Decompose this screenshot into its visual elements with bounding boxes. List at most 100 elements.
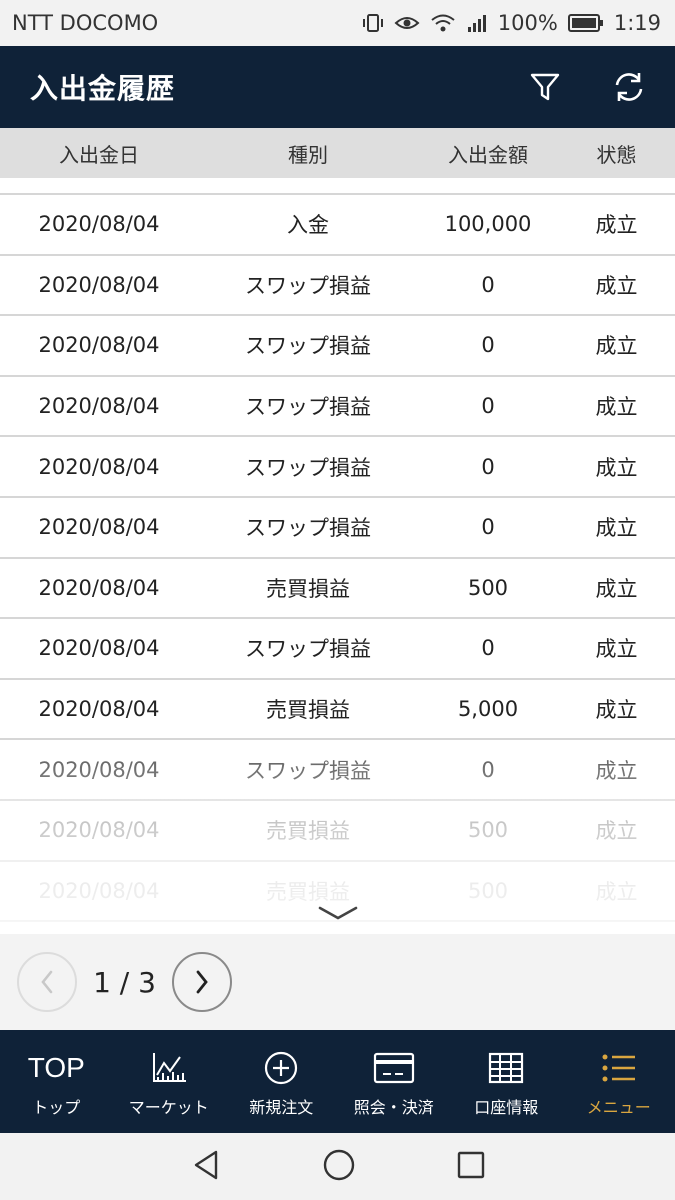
chart-icon [150,1050,188,1086]
column-header-amount[interactable]: 入出金額 [418,139,558,168]
column-header-status[interactable]: 状態 [558,139,675,168]
table-row[interactable]: 2020/08/04 スワップ損益 0 成立 [0,619,675,680]
cell-type: スワップ損益 [245,637,371,662]
cell-type: 売買損益 [266,819,350,844]
cell-status: 成立 [595,758,638,783]
cell-date: 2020/08/04 [38,818,160,843]
cell-amount: 500 [467,818,509,843]
menu-list-icon [601,1050,637,1086]
next-page-button[interactable] [172,952,232,1012]
cell-date: 2020/08/04 [38,212,160,237]
table-rows: 2020/08/04 入金 100,000 成立 2020/08/04 スワップ損益 0 成立… [0,195,675,923]
signal-icon [466,12,488,34]
cell-date: 2020/08/04 [38,333,160,358]
battery-percent: 100% [497,11,558,35]
status-icons: 100% 1:19 [362,11,661,35]
cell-date: 2020/08/04 [38,272,160,297]
table-row[interactable]: 2020/08/04 売買損益 500 成立 [0,559,675,620]
table-row[interactable]: 2020/08/04 スワップ損益 0 成立 [0,377,675,438]
cell-amount: 0 [481,515,495,540]
system-nav-bar [0,1133,675,1200]
plus-circle-icon [263,1050,299,1086]
cell-type: スワップ損益 [245,273,371,298]
cell-type: 売買損益 [266,698,350,723]
cell-type: 売買損益 [266,879,350,904]
battery-icon [567,13,604,33]
cell-amount: 0 [481,454,495,479]
cell-amount: 0 [481,272,495,297]
cell-status: 成立 [595,213,638,238]
cell-amount: 0 [481,333,495,358]
cell-status: 成立 [595,879,638,904]
table-header: 入出金日 種別 入出金額 状態 [0,128,675,178]
nav-new-order[interactable]: 新規注文 [225,1030,338,1133]
column-header-type[interactable]: 種別 [198,139,418,168]
cell-date: 2020/08/04 [38,636,160,661]
back-icon[interactable] [190,1148,222,1186]
chevron-down-icon[interactable] [316,904,360,926]
cell-type: 売買損益 [266,576,350,601]
cell-date: 2020/08/04 [38,757,160,782]
cell-status: 成立 [595,516,638,541]
page-title: 入出金履歴 [30,72,176,105]
cell-type: スワップ損益 [245,334,371,359]
pagination: 1 / 3 [0,934,675,1030]
nav-menu[interactable]: メニュー [563,1030,675,1133]
cell-status: 成立 [595,273,638,298]
cell-amount: 0 [481,636,495,661]
cell-date: 2020/08/04 [38,878,160,903]
cell-status: 成立 [595,334,638,359]
table-row[interactable]: 2020/08/04 売買損益 500 成立 [0,801,675,862]
recents-icon[interactable] [456,1150,486,1184]
cell-status: 成立 [595,395,638,420]
cell-date: 2020/08/04 [38,575,160,600]
refresh-icon[interactable] [609,67,649,107]
nav-top[interactable]: TOP トップ [0,1030,113,1133]
cell-amount: 0 [481,757,495,782]
filter-icon[interactable] [525,67,565,107]
screen: NTT DOCOMO 100% 1:19 入出金履歴 入出金日 種別 入出金額 … [0,0,675,1200]
table-top-divider [0,178,675,195]
card-icon [373,1050,415,1086]
top-icon-text: TOP [27,1052,85,1083]
cell-type: スワップ損益 [245,455,371,480]
cell-status: 成立 [595,819,638,844]
home-icon[interactable] [322,1148,356,1186]
table-row[interactable]: 2020/08/04 スワップ損益 0 成立 [0,740,675,801]
cell-date: 2020/08/04 [38,454,160,479]
carrier-name: NTT DOCOMO [12,11,159,35]
nav-label-menu: メニュー [586,1098,651,1117]
grid-table-icon [488,1050,524,1086]
nav-label-inquiry-settlement: 照会・決済 [353,1098,434,1117]
table-row[interactable]: 2020/08/04 スワップ損益 0 成立 [0,498,675,559]
cell-status: 成立 [595,698,638,723]
table-row[interactable]: 2020/08/04 入金 100,000 成立 [0,195,675,256]
column-header-date[interactable]: 入出金日 [0,139,198,168]
cell-status: 成立 [595,637,638,662]
app-header: 入出金履歴 [0,46,675,128]
eye-icon [394,12,420,34]
nav-label-market: マーケット [128,1098,209,1117]
status-bar: NTT DOCOMO 100% 1:19 [0,0,675,46]
cell-amount: 0 [481,394,495,419]
nav-inquiry-settlement[interactable]: 照会・決済 [338,1030,451,1133]
wifi-icon [430,12,456,34]
cell-date: 2020/08/04 [38,697,160,722]
cell-amount: 100,000 [444,212,532,237]
prev-page-button[interactable] [17,952,77,1012]
cell-amount: 500 [467,575,509,600]
cell-type: スワップ損益 [245,758,371,783]
nav-account-info[interactable]: 口座情報 [450,1030,563,1133]
nav-market[interactable]: マーケット [113,1030,226,1133]
table-row[interactable]: 2020/08/04 スワップ損益 0 成立 [0,256,675,317]
table-row[interactable]: 2020/08/04 売買損益 5,000 成立 [0,680,675,741]
history-table[interactable]: 2020/08/04 入金 100,000 成立 2020/08/04 スワップ損益 0 成立… [0,178,675,934]
table-row[interactable]: 2020/08/04 スワップ損益 0 成立 [0,437,675,498]
nav-label-new-order: 新規注文 [249,1098,314,1117]
table-row[interactable]: 2020/08/04 スワップ損益 0 成立 [0,316,675,377]
cell-type: スワップ損益 [245,395,371,420]
cell-amount: 500 [467,878,509,903]
cell-type: 入金 [287,213,329,238]
nav-label-account-info: 口座情報 [474,1098,539,1117]
nav-label-top: トップ [32,1098,81,1117]
